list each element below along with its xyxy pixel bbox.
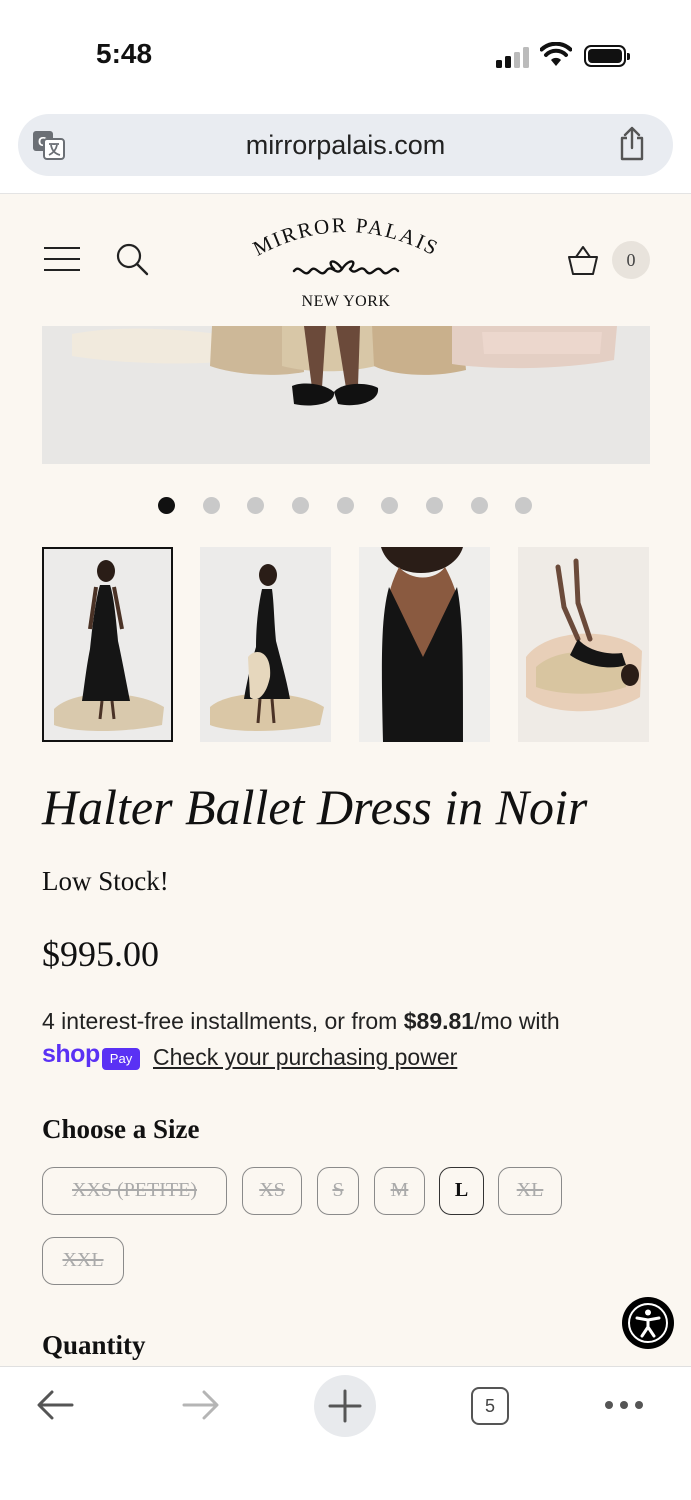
check-purchasing-power-link[interactable]: Check your purchasing power [153, 1044, 457, 1071]
cart-count-badge[interactable]: 0 [612, 241, 650, 279]
carousel-dot[interactable] [158, 497, 175, 514]
size-option-s[interactable]: S [317, 1167, 359, 1215]
new-tab-button[interactable] [314, 1375, 376, 1437]
tab-switcher-button[interactable]: 5 [471, 1387, 509, 1425]
thumbnail-image[interactable] [518, 547, 649, 742]
thumbnail-image[interactable] [42, 547, 173, 742]
forward-arrow-icon[interactable] [180, 1387, 222, 1423]
size-option-xs[interactable]: XS [242, 1167, 302, 1215]
carousel-dot[interactable] [426, 497, 443, 514]
browser-address-area: G mirrorpalais.com [0, 100, 691, 194]
back-arrow-icon[interactable] [34, 1387, 76, 1423]
size-selector-label: Choose a Size [42, 1114, 200, 1144]
status-bar: 5:48 [0, 0, 691, 100]
thumbnail-image[interactable] [359, 547, 490, 742]
carousel-dot[interactable] [337, 497, 354, 514]
wifi-icon [540, 42, 572, 66]
shop-pay-logo: shop [42, 1040, 100, 1068]
thumbnail-image[interactable] [200, 547, 331, 742]
brand-wordmark: MIRROR PALAIS [249, 213, 443, 275]
plus-icon [328, 1389, 362, 1423]
product-main-image[interactable] [42, 326, 650, 464]
brand-location: NEW YORK [301, 293, 391, 310]
shop-pay-badge: Pay [102, 1048, 140, 1070]
carousel-dot[interactable] [471, 497, 488, 514]
size-option-m[interactable]: M [374, 1167, 425, 1215]
carousel-dot[interactable] [292, 497, 309, 514]
address-bar[interactable]: G mirrorpalais.com [18, 114, 673, 176]
hamburger-menu-icon[interactable] [44, 247, 80, 273]
installments-text: 4 interest-free installments, or from $8… [42, 1008, 560, 1035]
share-icon[interactable] [617, 126, 647, 162]
carousel-dot[interactable] [381, 497, 398, 514]
browser-toolbar: 5 [0, 1366, 691, 1500]
more-options-icon[interactable] [604, 1399, 644, 1411]
installments-prefix: 4 interest-free installments, or from [42, 1008, 404, 1034]
size-option-xl[interactable]: XL [498, 1167, 562, 1215]
stock-status: Low Stock! [42, 866, 169, 896]
search-icon[interactable] [114, 241, 150, 277]
size-option-xxs-petite[interactable]: XXS (PETITE) [42, 1167, 227, 1215]
svg-text:MIRROR PALAIS: MIRROR PALAIS [249, 213, 443, 261]
shopping-basket-icon[interactable] [566, 243, 600, 277]
clock: 5:48 [96, 38, 153, 69]
size-option-xxl[interactable]: XXL [42, 1237, 124, 1285]
carousel-dot[interactable] [247, 497, 264, 514]
carousel-dot[interactable] [203, 497, 220, 514]
url-text: mirrorpalais.com [245, 130, 446, 160]
battery-icon [584, 45, 630, 67]
accessibility-button[interactable] [622, 1297, 674, 1349]
brand-logo[interactable]: MIRROR PALAIS NEW YORK [238, 213, 454, 310]
cellular-signal-icon [496, 46, 530, 68]
accessibility-icon [628, 1303, 668, 1343]
installments-suffix: /mo with [474, 1008, 560, 1034]
quantity-label: Quantity [42, 1330, 146, 1360]
installments-amount: $89.81 [403, 1008, 475, 1034]
product-price: $995.00 [42, 934, 159, 974]
site-header: MIRROR PALAIS NEW YORK 0 [0, 195, 691, 325]
product-title: Halter Ballet Dress in Noir [42, 779, 588, 835]
size-option-l[interactable]: L [439, 1167, 484, 1215]
carousel-dot[interactable] [515, 497, 532, 514]
